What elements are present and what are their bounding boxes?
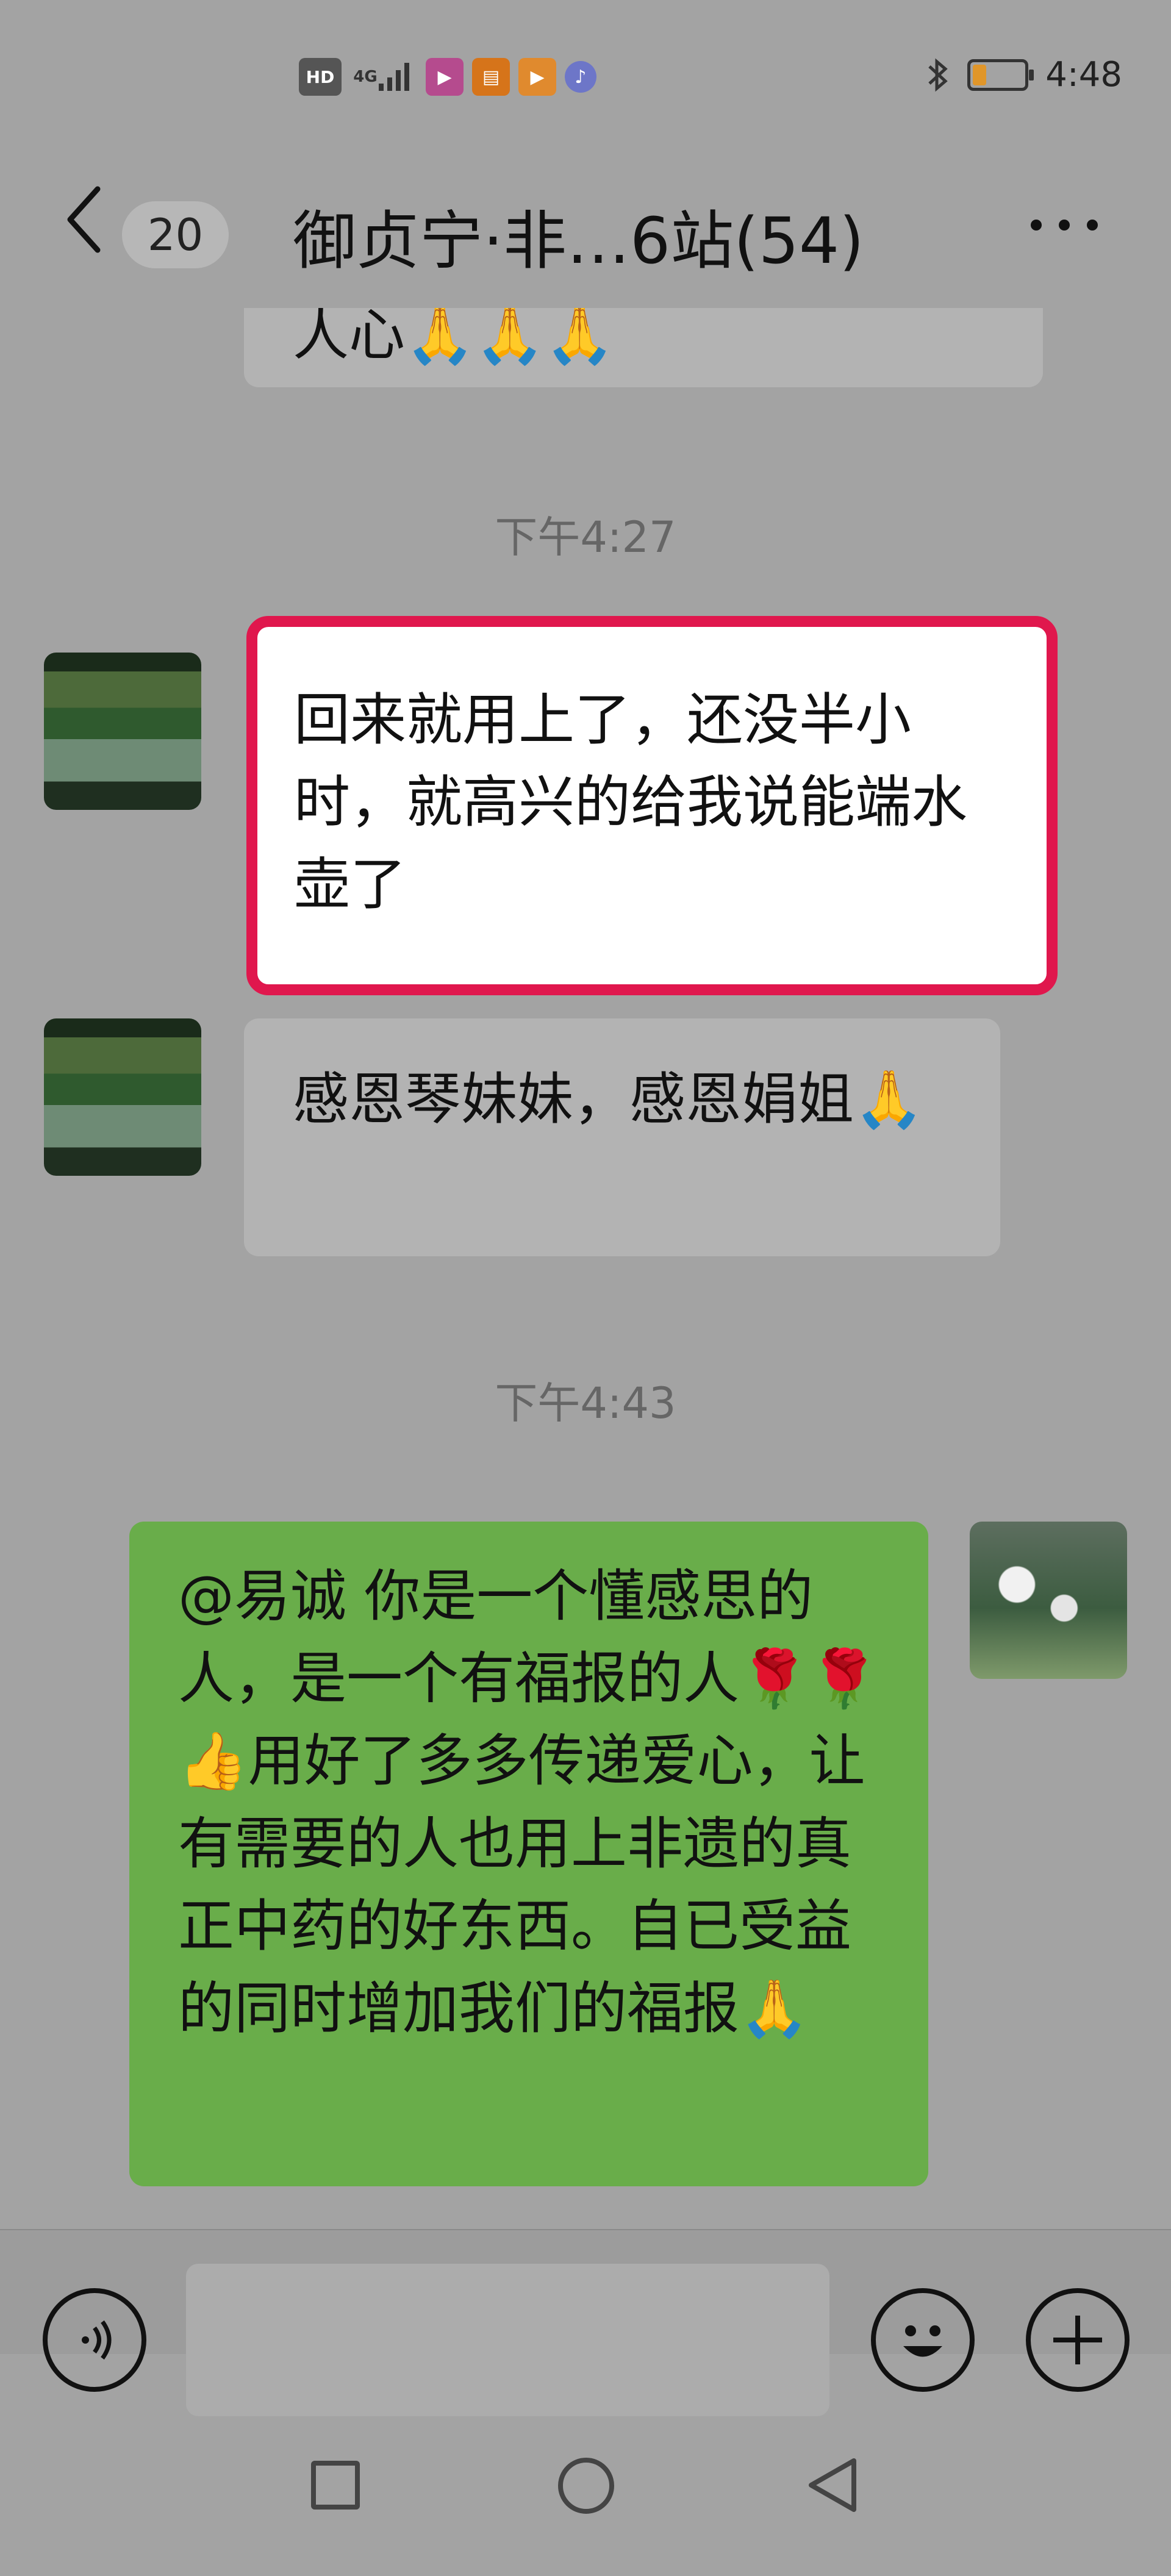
message-text: 人心🙏🙏🙏 (293, 308, 615, 368)
network-label: 4G (353, 68, 378, 86)
more-actions-button[interactable] (1026, 2288, 1130, 2392)
battery-level (973, 64, 987, 85)
video-app-icon: ▶ (426, 58, 464, 96)
recent-apps-button[interactable] (311, 2461, 360, 2510)
voice-icon (82, 2320, 112, 2360)
message-text: @易诚 你是一个懂感思的人，是一个有福报的人🌹🌹👍用好了多多传递爱心，让有需要的… (178, 1564, 879, 2042)
message-timestamp: 下午4:43 (495, 1378, 676, 1428)
avatar[interactable] (44, 1018, 201, 1176)
chat-title[interactable]: 御贞宁·非…6站(54) (293, 189, 864, 281)
emoji-icon (903, 2325, 942, 2357)
more-dot (1059, 220, 1070, 231)
chat-header: 20 御贞宁·非…6站(54) (0, 165, 1171, 278)
message-bubble-incoming[interactable]: 人心🙏🙏🙏 (244, 308, 1043, 387)
more-dot (1087, 220, 1098, 231)
music-icon: ♪ (565, 61, 596, 93)
plus-icon (1053, 2316, 1102, 2364)
avatar[interactable] (44, 653, 201, 810)
message-bubble-outgoing[interactable]: @易诚 你是一个懂感思的人，是一个有福报的人🌹🌹👍用好了多多传递爱心，让有需要的… (129, 1522, 928, 2186)
status-left: HD 4G ▶ ▤ ▶ ♪ (299, 58, 596, 96)
message-timestamp: 下午4:27 (495, 512, 676, 562)
message-bubble-incoming[interactable]: 回来就用上了，还没半小时，就高兴的给我说能端水壶了 (257, 627, 1047, 984)
hd-icon: HD (299, 58, 342, 96)
avatar[interactable] (970, 1522, 1127, 1679)
shop-app-icon: ▤ (472, 58, 510, 96)
back-nav-button[interactable] (805, 2458, 860, 2513)
message-bubble-incoming[interactable]: 感恩琴妹妹，感恩娟姐🙏 (244, 1018, 1000, 1256)
battery-icon (967, 59, 1034, 91)
signal-icon: 4G (350, 58, 417, 96)
status-right: 4:48 (926, 55, 1122, 95)
signal-bars-icon (378, 63, 409, 91)
input-bar (0, 2229, 1171, 2416)
status-bar: HD 4G ▶ ▤ ▶ ♪ 4:48 (0, 0, 1171, 165)
chevron-left-icon (67, 186, 101, 253)
message-text: 回来就用上了，还没半小时，就高兴的给我说能端水壶了 (294, 687, 968, 918)
video-app-icon: ▶ (518, 58, 556, 96)
message-text: 感恩琴妹妹，感恩娟姐🙏 (293, 1067, 924, 1132)
message-input[interactable] (186, 2264, 829, 2416)
more-dot (1031, 220, 1042, 231)
bluetooth-icon (928, 58, 948, 91)
system-nav-bar (0, 2415, 1171, 2576)
chat-messages[interactable]: 人心🙏🙏🙏 下午4:27 回来就用上了，还没半小时，就高兴的给我说能端水壶了 感… (0, 308, 1171, 2229)
more-options-button[interactable] (1031, 220, 1098, 231)
unread-count-badge[interactable]: 20 (122, 201, 229, 268)
back-button[interactable] (61, 183, 110, 256)
voice-input-button[interactable] (43, 2288, 146, 2392)
clock: 4:48 (1045, 55, 1122, 95)
emoji-button[interactable] (871, 2288, 975, 2392)
home-button[interactable] (558, 2458, 614, 2514)
